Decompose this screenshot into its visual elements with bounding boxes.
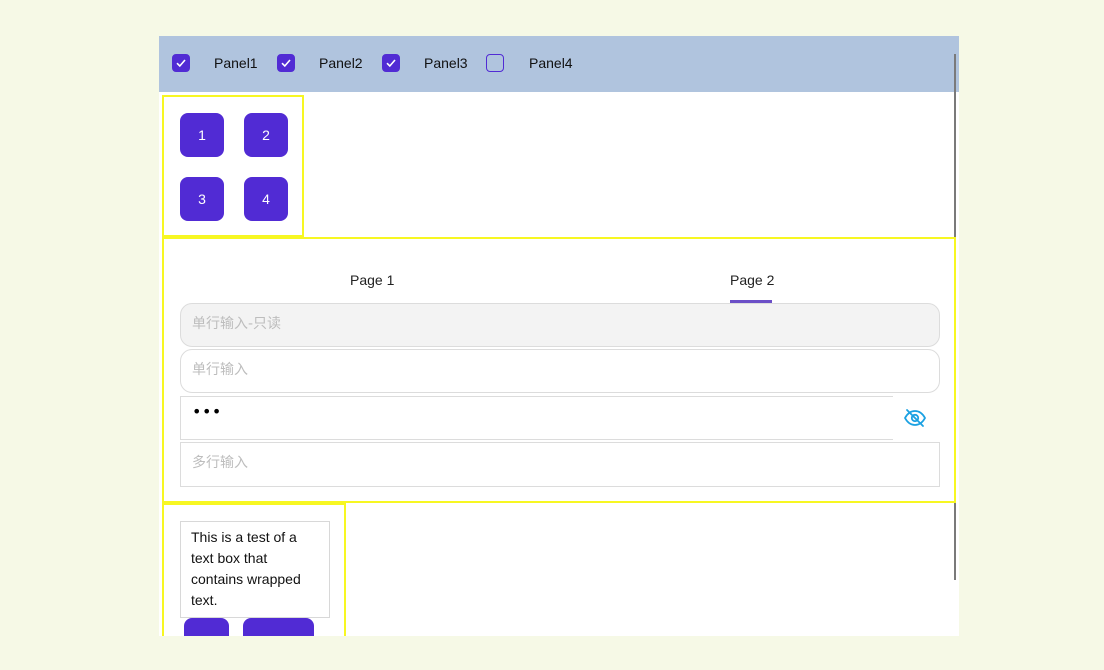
check-icon xyxy=(281,59,291,68)
tabs-panel: Page 1 Page 2 单行输入-只读 单行输入 ••• 多行输入 xyxy=(162,237,956,503)
eye-off-icon xyxy=(903,409,927,427)
panel3-label[interactable]: Panel3 xyxy=(424,55,468,71)
app-window: Panel1 Panel2 Panel3 Panel4 1 2 3 4 Page… xyxy=(159,36,959,636)
panel4-label[interactable]: Panel4 xyxy=(529,55,573,71)
tile-button-2[interactable]: 2 xyxy=(244,113,288,157)
grid-panel: 1 2 3 4 xyxy=(162,95,304,237)
check-icon xyxy=(176,59,186,68)
password-input[interactable]: ••• xyxy=(180,396,893,440)
panel4-checkbox[interactable] xyxy=(486,54,504,72)
wrapped-text-box[interactable]: This is a test of a text box that contai… xyxy=(180,521,330,618)
tab-page-2[interactable]: Page 2 xyxy=(730,272,774,288)
small-button-right[interactable] xyxy=(243,618,314,636)
single-line-input[interactable]: 单行输入 xyxy=(180,349,940,393)
check-icon xyxy=(386,59,396,68)
panel3-checkbox[interactable] xyxy=(382,54,400,72)
panel2-label[interactable]: Panel2 xyxy=(319,55,363,71)
readonly-input[interactable]: 单行输入-只读 xyxy=(180,303,940,347)
panel-toggle-bar: Panel1 Panel2 Panel3 Panel4 xyxy=(159,36,959,92)
tile-button-4[interactable]: 4 xyxy=(244,177,288,221)
tile-button-1[interactable]: 1 xyxy=(180,113,224,157)
text-panel: This is a test of a text box that contai… xyxy=(162,503,346,636)
panel1-label[interactable]: Panel1 xyxy=(214,55,258,71)
panel2-checkbox[interactable] xyxy=(277,54,295,72)
small-button-left[interactable] xyxy=(184,618,229,636)
toggle-password-visibility-button[interactable] xyxy=(893,396,937,440)
tile-button-3[interactable]: 3 xyxy=(180,177,224,221)
tab-page-1[interactable]: Page 1 xyxy=(350,272,394,288)
multi-line-input[interactable]: 多行输入 xyxy=(180,442,940,487)
panel1-checkbox[interactable] xyxy=(172,54,190,72)
